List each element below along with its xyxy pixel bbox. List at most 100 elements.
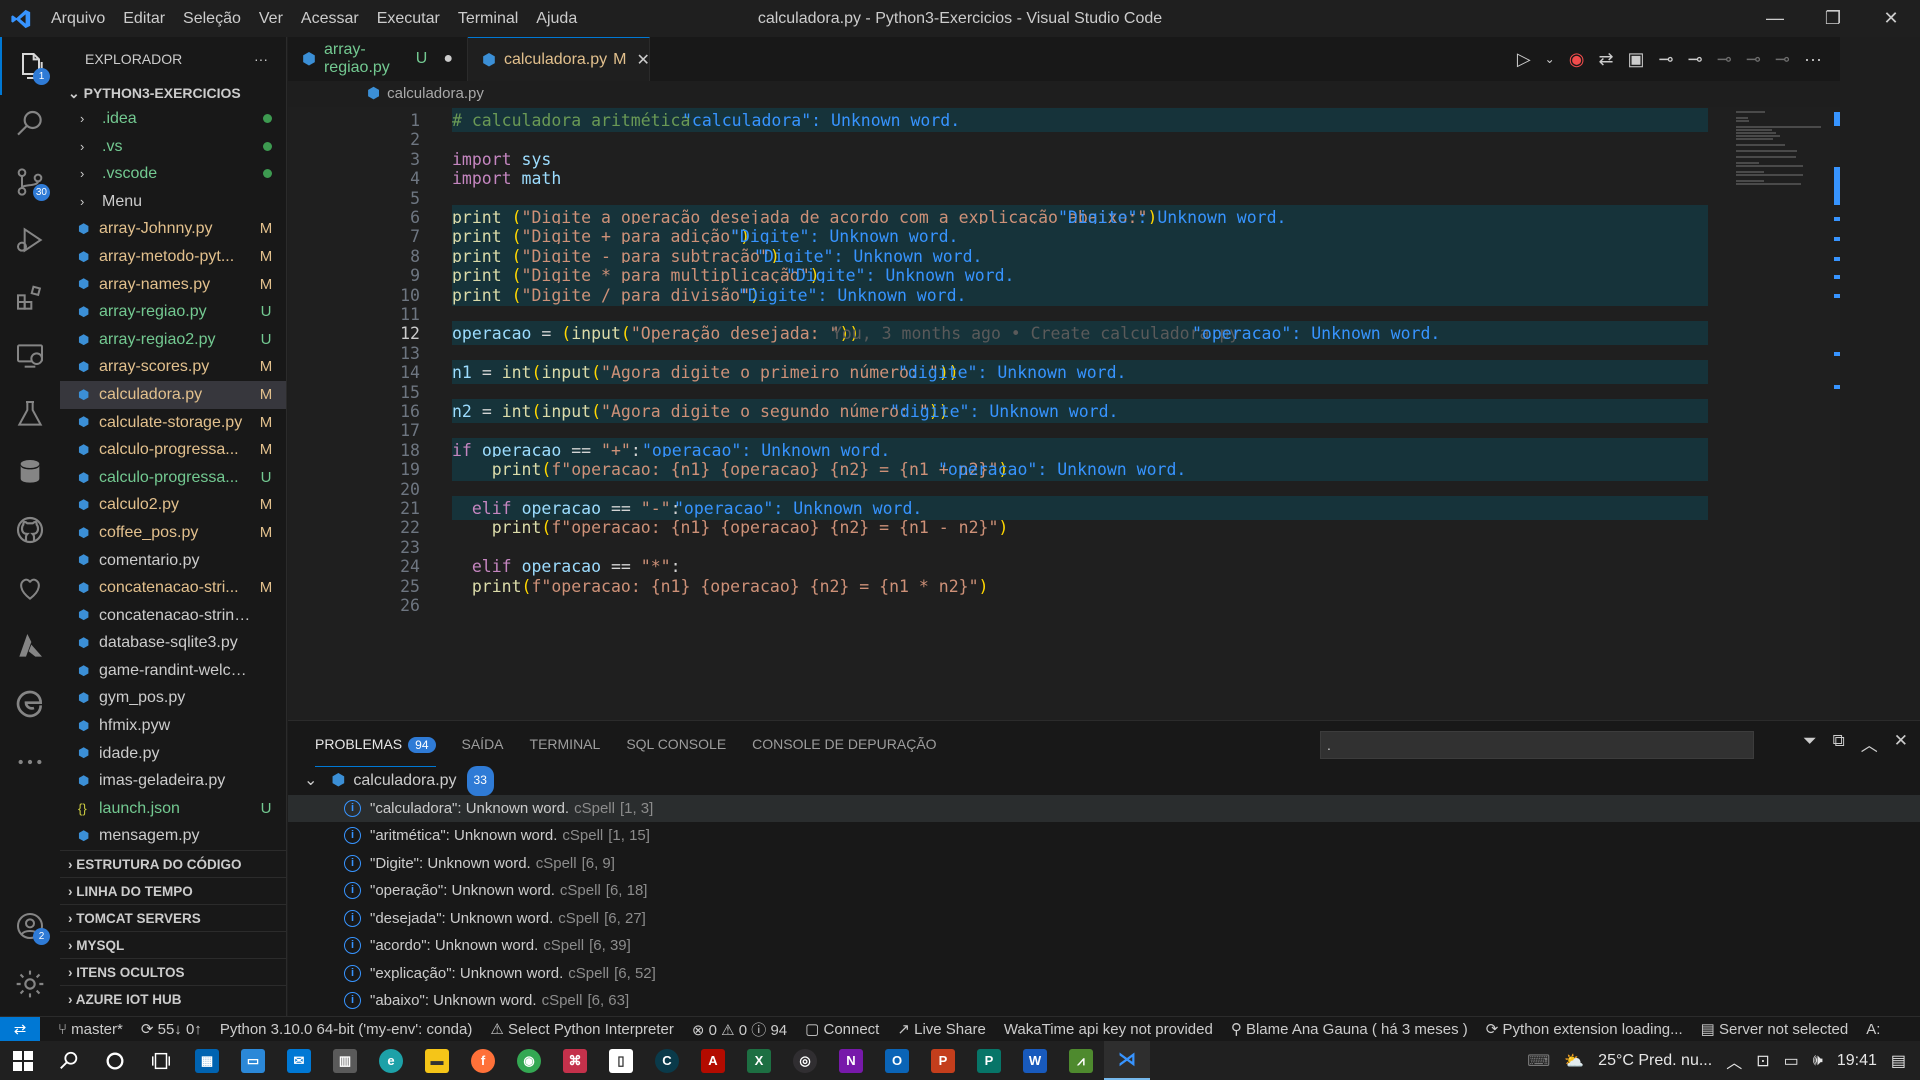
panel-tab-output[interactable]: SAÍDA — [462, 721, 504, 767]
app-chart-icon[interactable]: ⩘ — [1058, 1041, 1104, 1080]
word-icon[interactable]: W — [1012, 1041, 1058, 1080]
chrome-icon[interactable]: ◉ — [506, 1041, 552, 1080]
menu-ver[interactable]: Ver — [250, 0, 292, 37]
app-red-icon[interactable]: ⌘ — [552, 1041, 598, 1080]
tree-file[interactable]: ⬢ calculo-progressa... U — [60, 464, 286, 492]
taskbar-search-icon[interactable] — [46, 1041, 92, 1080]
live-share-icon[interactable] — [0, 559, 60, 617]
tree-file[interactable]: ⬢ array-regiao.py U — [60, 298, 286, 326]
problems-file-group[interactable]: ⌄ ⬢ calculadora.py 33 — [288, 766, 1920, 796]
source-control-icon[interactable]: 30 — [0, 153, 60, 211]
acrobat-icon[interactable]: A — [690, 1041, 736, 1080]
powerpoint-icon[interactable]: P — [920, 1041, 966, 1080]
connect-status[interactable]: ▢ Connect — [805, 1020, 879, 1038]
more-actions-icon[interactable]: ··· — [1804, 49, 1822, 70]
remote-explorer-icon[interactable] — [0, 327, 60, 385]
github-icon[interactable] — [0, 501, 60, 559]
tab-array-regiao[interactable]: ⬢ array-regiao.py U ● — [288, 37, 468, 81]
problem-row[interactable]: i "aritmética": Unknown word. cSpell [1, 15… — [288, 822, 1920, 850]
app-store-icon[interactable]: ▦ — [184, 1041, 230, 1080]
onenote-icon[interactable]: N — [828, 1041, 874, 1080]
compare-changes-icon[interactable]: ⇄ — [1598, 49, 1613, 70]
section-estrutura[interactable]: › ESTRUTURA DO CÓDIGO — [60, 850, 287, 877]
menu-executar[interactable]: Executar — [368, 0, 449, 37]
app-circle-icon[interactable]: C — [644, 1041, 690, 1080]
task-view-icon[interactable] — [138, 1041, 184, 1080]
tree-file[interactable]: ⬢ array-Johnny.py M — [60, 215, 286, 243]
previous-change-icon[interactable]: ⊸ — [1659, 49, 1674, 70]
tree-file[interactable]: ⬢ coffee_pos.py M — [60, 519, 286, 547]
select-interpreter-warning[interactable]: ⚠ Select Python Interpreter — [490, 1020, 674, 1038]
tree-file[interactable]: ⬢ array-names.py M — [60, 271, 286, 299]
weather-icon[interactable]: ⛅ — [1564, 1051, 1584, 1071]
collapse-all-icon[interactable]: ⧉ — [1833, 731, 1845, 756]
close-tab-icon[interactable]: ✕ — [636, 50, 649, 70]
problems-filter-input[interactable]: . — [1320, 731, 1754, 759]
keyboard-icon[interactable]: ⌨ — [1527, 1051, 1550, 1071]
section-azure-iot[interactable]: › AZURE IOT HUB — [60, 985, 287, 1012]
settings-gear-icon[interactable] — [0, 955, 60, 1013]
firefox-icon[interactable]: f — [460, 1041, 506, 1080]
problems-status[interactable]: ⊗ 0 ⚠ 0 ⓘ 94 — [692, 1019, 787, 1040]
more-icon[interactable] — [0, 733, 60, 791]
database-icon[interactable] — [0, 443, 60, 501]
volume-icon[interactable]: 🕪 — [1813, 1052, 1823, 1070]
obs-icon[interactable]: ◎ — [782, 1041, 828, 1080]
tree-file[interactable]: ⬢ imas-geladeira.py — [60, 767, 286, 795]
tree-file[interactable]: ⬢ idade.py — [60, 740, 286, 768]
app-snip-icon[interactable]: ▭ — [230, 1041, 276, 1080]
tree-file[interactable]: ⬢ database-sqlite3.py — [60, 629, 286, 657]
maximize-panel-icon[interactable]: ︿ — [1861, 731, 1878, 756]
workspace-root[interactable]: ⌄ PYTHON3-EXERCICIOS — [60, 81, 286, 105]
unsaved-dot-icon[interactable]: ● — [443, 50, 453, 68]
chevron-down-icon[interactable]: ⌄ — [1545, 52, 1555, 66]
tree-folder-menu[interactable]: › Menu — [60, 188, 286, 216]
notepad-icon[interactable]: ▯ — [598, 1041, 644, 1080]
menu-editar[interactable]: Editar — [114, 0, 174, 37]
cortana-icon[interactable] — [92, 1041, 138, 1080]
breadcrumb-file[interactable]: calculadora.py — [387, 81, 484, 107]
section-linha-do-tempo[interactable]: › LINHA DO TEMPO — [60, 877, 287, 904]
tree-file[interactable]: ⬢ calculo-progressa... M — [60, 436, 286, 464]
restore-icon[interactable]: ❐ — [1804, 0, 1862, 37]
tree-folder-vscode[interactable]: › .vscode — [60, 160, 286, 188]
problem-row[interactable]: i "desejada": Unknown word. cSpell [6, 27] — [288, 905, 1920, 933]
section-mysql[interactable]: › MYSQL — [60, 931, 287, 958]
blame-status[interactable]: ⚲ Blame Ana Gauna ( há 3 meses ) — [1231, 1020, 1468, 1038]
next-change-icon[interactable]: ⊸ — [1688, 49, 1703, 70]
panel-tab-sql-console[interactable]: SQL CONSOLE — [626, 721, 726, 767]
clock[interactable]: 19:41 — [1837, 1052, 1877, 1070]
wakatime-status[interactable]: WakaTime api key not provided — [1004, 1021, 1213, 1038]
section-itens-ocultos[interactable]: › ITENS OCULTOS — [60, 958, 287, 985]
extensions-icon[interactable] — [0, 269, 60, 327]
problem-row[interactable]: i "acordo": Unknown word. cSpell [6, 39] — [288, 932, 1920, 960]
notifications-icon[interactable]: ▤ — [1891, 1051, 1906, 1071]
edge-icon[interactable]: e — [368, 1041, 414, 1080]
tree-file[interactable]: ⬢ array-scores.py M — [60, 353, 286, 381]
explorer-more-icon[interactable]: ··· — [254, 51, 268, 67]
section-tomcat[interactable]: › TOMCAT SERVERS — [60, 904, 287, 931]
run-debug-icon[interactable] — [0, 211, 60, 269]
azure-icon[interactable] — [0, 617, 60, 675]
tree-file[interactable]: ⬢ comentario.py — [60, 547, 286, 575]
problem-row[interactable]: i "explicação": Unknown word. cSpell [6, 52… — [288, 960, 1920, 988]
calculator-icon[interactable]: ▥ — [322, 1041, 368, 1080]
explorer-icon[interactable]: 1 — [0, 37, 60, 95]
panel-tab-debug-console[interactable]: CONSOLE DE DEPURAÇÃO — [752, 721, 936, 767]
tree-file[interactable]: ⬢ array-regiao2.py U — [60, 326, 286, 354]
problem-row[interactable]: i "abaixo": Unknown word. cSpell [6, 63] — [288, 987, 1920, 1015]
tray-app-icon[interactable]: ⊡ — [1756, 1051, 1769, 1071]
problem-row[interactable]: i "calculadora": Unknown word. cSpell [1, 3… — [288, 794, 1920, 822]
file-explorer-icon[interactable]: ▬ — [414, 1041, 460, 1080]
windows-start-icon[interactable] — [0, 1041, 46, 1080]
tree-file[interactable]: ⬢ gym_pos.py — [60, 684, 286, 712]
tree-file[interactable]: {} launch.json U — [60, 795, 286, 823]
vscode-logo-icon[interactable] — [0, 0, 42, 37]
accounts-icon[interactable]: 2 — [0, 897, 60, 955]
vscode-taskbar-icon[interactable]: ⋊ — [1104, 1041, 1150, 1080]
menu-arquivo[interactable]: Arquivo — [42, 0, 114, 37]
mail-icon[interactable]: ✉ — [276, 1041, 322, 1080]
filter-icon[interactable]: ⏷ — [1803, 731, 1817, 756]
panel-tab-terminal[interactable]: TERMINAL — [530, 721, 601, 767]
menu-terminal[interactable]: Terminal — [449, 0, 527, 37]
